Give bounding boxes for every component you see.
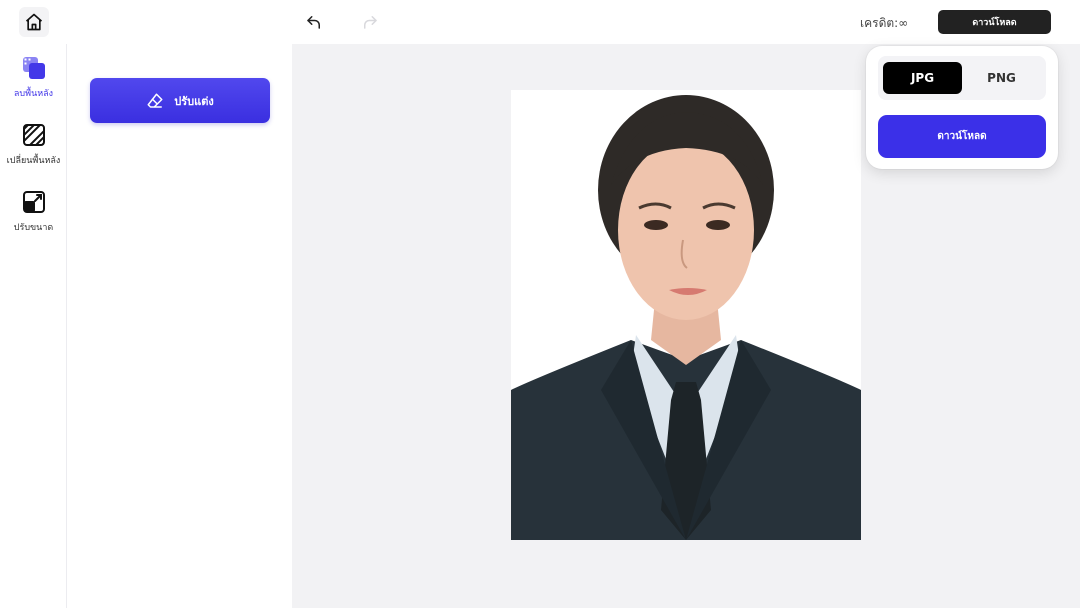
left-nav-rail: ลบพื้นหลัง เปลี่ยนพื้นหลัง ปรับขนาด xyxy=(0,44,67,608)
nav-remove-background-label: ลบพื้นหลัง xyxy=(13,89,54,99)
format-toggle: JPG PNG xyxy=(878,56,1046,100)
nav-resize[interactable]: ปรับขนาด xyxy=(0,190,67,234)
portrait-photo[interactable] xyxy=(511,90,861,540)
nav-resize-label: ปรับขนาด xyxy=(13,223,54,233)
undo-icon xyxy=(307,16,320,29)
retouch-button[interactable]: ปรับแต่ง xyxy=(90,78,270,123)
retouch-label: ปรับแต่ง xyxy=(174,94,214,108)
format-png-option[interactable]: PNG xyxy=(962,62,1041,94)
top-download-button[interactable]: ดาวน์โหลด xyxy=(938,10,1051,34)
format-jpg-option[interactable]: JPG xyxy=(883,62,962,94)
portrait-illustration xyxy=(511,90,861,540)
nav-remove-background[interactable]: ลบพื้นหลัง xyxy=(0,56,67,100)
redo-button[interactable] xyxy=(358,10,382,34)
nav-change-background[interactable]: เปลี่ยนพื้นหลัง xyxy=(0,123,67,167)
home-button[interactable] xyxy=(19,7,49,37)
home-icon xyxy=(25,13,43,31)
nav-change-background-label: เปลี่ยนพื้นหลัง xyxy=(6,156,61,166)
popover-download-button[interactable]: ดาวน์โหลด xyxy=(878,115,1046,158)
top-bar: เครดิต:∞ ดาวน์โหลด xyxy=(0,0,1080,44)
export-popover: JPG PNG ดาวน์โหลด xyxy=(866,46,1058,169)
change-background-icon xyxy=(22,124,45,146)
eraser-icon xyxy=(147,93,163,108)
tools-panel: ปรับแต่ง xyxy=(67,44,292,608)
redo-icon xyxy=(364,16,377,29)
resize-icon xyxy=(22,191,45,213)
undo-button[interactable] xyxy=(302,10,326,34)
credit-indicator: เครดิต:∞ xyxy=(860,16,909,30)
remove-background-icon xyxy=(22,57,45,79)
